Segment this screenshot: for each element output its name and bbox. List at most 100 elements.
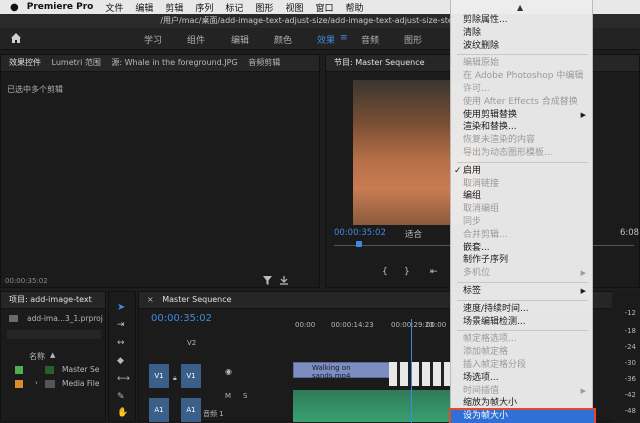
project-title[interactable]: 项目: add-image-text [9,295,92,304]
context-menu-item[interactable]: 取消链接 [451,178,594,191]
audio-clip[interactable] [293,390,451,422]
close-icon[interactable]: × [147,295,154,304]
list-item[interactable]: › Media File [1,378,107,390]
menu-item-label: 启用 [463,165,482,176]
tab-audio-clip-mixer[interactable]: 音频剪辑 [248,58,280,67]
context-menu-item[interactable]: 标签 ▶ [451,285,594,298]
context-menu-item[interactable]: 导出为动态图形模板... [451,147,594,160]
hand-tool-icon[interactable]: ✋ [117,408,128,418]
context-menu-item[interactable]: 帧定格选项... [451,333,594,346]
list-item[interactable]: Master Se [1,364,107,376]
menu-file[interactable]: 文件 [105,1,123,14]
solo-button[interactable]: S [243,392,247,400]
submenu-arrow-icon: ▶ [580,287,586,295]
chevron-right-icon[interactable]: › [35,379,38,387]
menu-clip[interactable]: 剪辑 [165,1,183,14]
source-patch-a1[interactable]: A1 [149,398,169,422]
home-icon[interactable] [10,32,22,44]
search-field[interactable] [7,330,101,339]
tab-effect-controls[interactable]: 效果控件 [9,58,41,67]
tab-lumetri-scopes[interactable]: Lumetri 范围 [52,58,101,67]
program-monitor-title[interactable]: 节目: Master Sequence [334,58,425,67]
context-menu-item[interactable]: 添加帧定格 [451,346,594,359]
context-menu-item[interactable]: 使用 After Effects 合成替换 [451,96,594,109]
slip-tool-icon[interactable]: ⟷ [117,374,130,384]
workspace-tab-effects[interactable]: 效果 [317,33,335,46]
context-menu-item[interactable]: 许可... [451,83,594,96]
workspace-tab-editing[interactable]: 编辑 [231,33,249,46]
menu-graphics[interactable]: 图形 [255,1,273,14]
menu-view[interactable]: 视图 [285,1,303,14]
context-menu-item[interactable]: 剪除属性... [451,14,594,27]
context-menu-item[interactable]: 启用 ✓ [451,165,594,178]
context-menu-item[interactable]: 编组 [451,190,594,203]
program-timecode[interactable]: 00:00:35:02 [334,228,386,238]
context-menu-item[interactable]: 波纹删除 [451,40,594,53]
razor-tool-icon[interactable]: ◆ [117,356,124,366]
mark-in-button[interactable]: { [382,267,388,277]
context-menu-item[interactable]: 插入帧定格分段 [451,359,594,372]
app-name-menu[interactable]: Premiere Pro [27,2,94,12]
mark-out-button[interactable]: } [404,267,410,277]
image-clip-sequence[interactable] [389,362,451,386]
workspace-tab-audio[interactable]: 音频 [361,33,379,46]
context-menu-item[interactable]: 使用剪辑替换 ▶ [451,109,594,122]
filter-icon[interactable] [263,276,272,285]
context-menu-item[interactable]: 场景编辑检测... [451,316,594,329]
export-icon[interactable] [279,275,289,285]
timeline-timecode[interactable]: 00:00:35:02 [151,313,212,324]
context-menu-item[interactable]: 同步 [451,216,594,229]
context-menu-item[interactable]: 制作子序列 [451,254,594,267]
timeline-playhead[interactable] [411,319,412,423]
menu-separator [457,282,588,283]
context-menu-item[interactable]: 恢复未渲染的内容 [451,134,594,147]
context-menu-item[interactable]: 多机位 ▶ [451,267,594,280]
track-label-a1[interactable]: A1 [181,398,201,422]
menu-edit[interactable]: 编辑 [135,1,153,14]
pen-tool-icon[interactable]: ✎ [117,392,125,402]
menu-item-label: 使用 After Effects 合成替换 [463,96,578,107]
context-menu-item[interactable]: 清除 [451,27,594,40]
menu-sequence[interactable]: 序列 [195,1,213,14]
scroll-up-arrow-icon[interactable]: ▲ [517,3,523,12]
lock-icon[interactable]: 🔒︎ [173,374,177,383]
workspace-tab-learn[interactable]: 学习 [144,33,162,46]
workspace-tab-assembly[interactable]: 组件 [187,33,205,46]
go-to-in-button[interactable]: ⇤ [430,267,438,277]
menu-marker[interactable]: 标记 [225,1,243,14]
timeline-title[interactable]: Master Sequence [162,295,231,304]
column-name-header[interactable]: 名称 [29,351,45,362]
menu-help[interactable]: 帮助 [345,1,363,14]
menu-window[interactable]: 窗口 [315,1,333,14]
context-menu-item[interactable]: 在 Adobe Photoshop 中编辑 [451,70,594,83]
context-menu-item[interactable]: 合并剪辑... [451,229,594,242]
context-menu-item[interactable]: 缩放为帧大小 [451,397,594,410]
context-menu-item[interactable]: 取消编组 [451,203,594,216]
source-patch-v1[interactable]: V1 [149,364,169,388]
meter-label: -48 [624,407,636,415]
apple-icon[interactable]: ● [10,2,19,13]
track-select-tool-icon[interactable]: ⇥ [117,320,125,330]
context-menu-item[interactable]: 时间插值 ▶ [451,385,594,398]
eye-icon[interactable]: ◉ [225,367,232,376]
workspace-tab-graphics[interactable]: 图形 [404,33,422,46]
project-file-name: add-ima...3_1.prproj [27,314,103,323]
context-menu-item[interactable]: 嵌套... [451,242,594,255]
context-menu-item[interactable]: 设为帧大小 [449,408,596,423]
context-menu-item[interactable]: 编辑原始 [451,57,594,70]
fit-dropdown[interactable]: 适合 [405,228,422,240]
workspace-tab-color[interactable]: 颜色 [274,33,292,46]
menu-item-label: 同步 [463,217,482,227]
playhead-marker[interactable] [356,241,362,247]
video-clip[interactable]: Walking on sands.mp4 [293,362,391,380]
mute-button[interactable]: M [225,392,231,400]
ripple-edit-tool-icon[interactable]: ↔ [117,338,125,348]
context-menu-item[interactable]: 渲染和替换... [451,121,594,134]
tab-source[interactable]: 源: Whale in the foreground.JPG [111,58,237,67]
context-menu-item[interactable]: 速度/持续时间... [451,303,594,316]
sort-arrow-icon[interactable]: ▲ [50,351,55,359]
context-menu-item[interactable]: 场选项... [451,372,594,385]
selection-tool-icon[interactable]: ➤ [117,302,125,313]
track-label-v1[interactable]: V1 [181,364,201,388]
workspace-menu-icon[interactable]: ≡ [340,33,348,43]
